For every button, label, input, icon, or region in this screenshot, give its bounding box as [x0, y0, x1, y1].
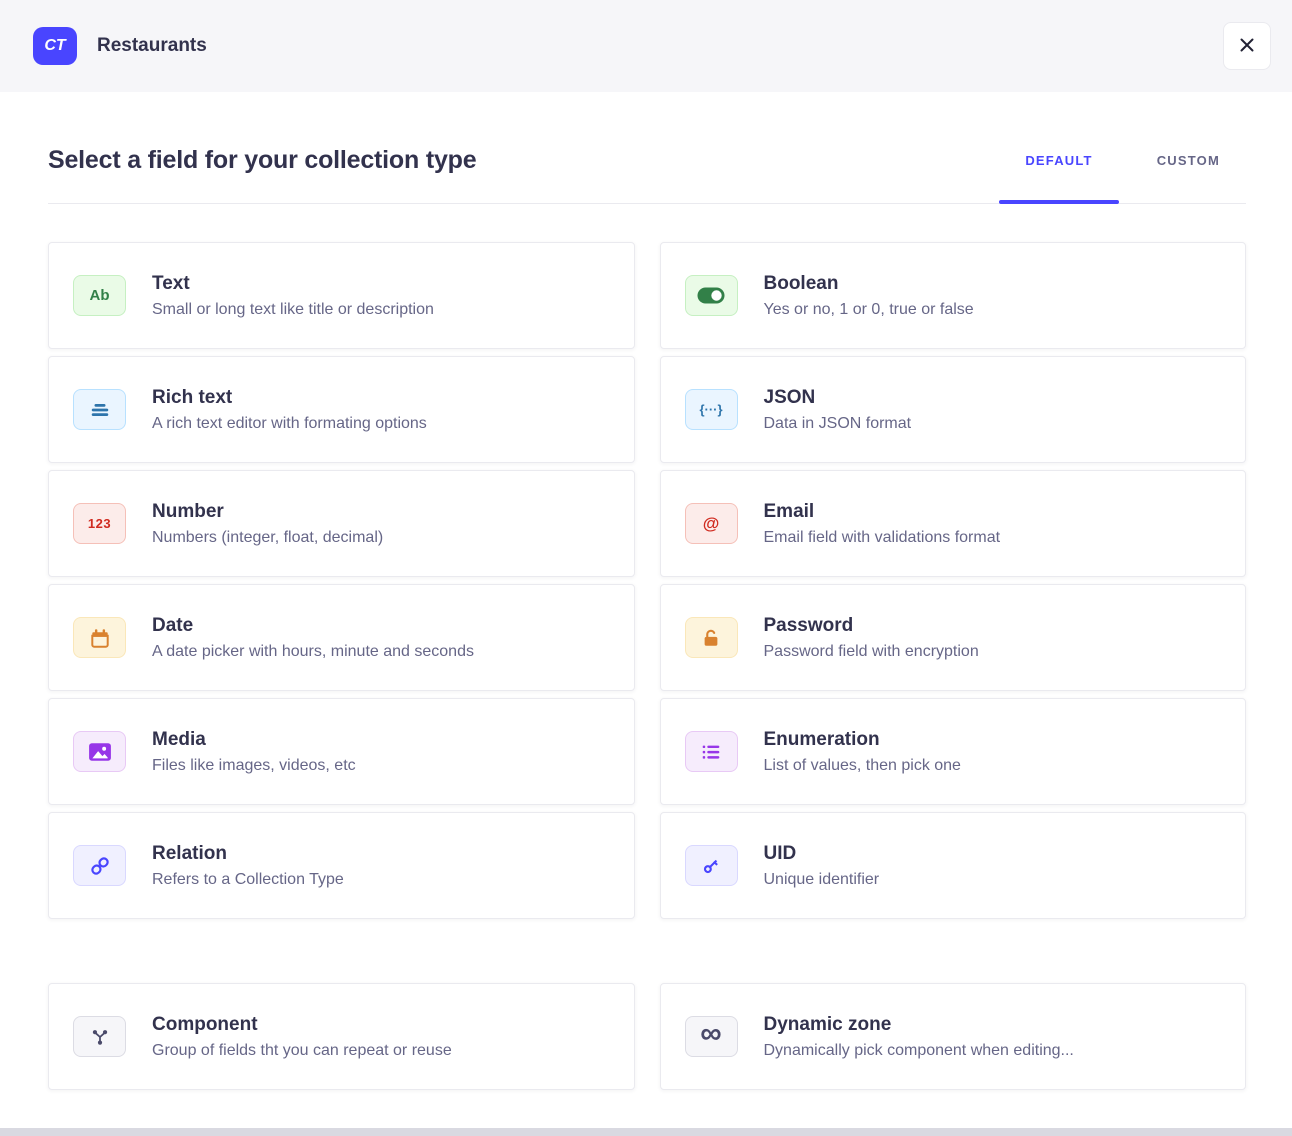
- tab-custom[interactable]: CUSTOM: [1131, 152, 1246, 169]
- page-title: Select a field for your collection type: [48, 146, 476, 175]
- field-title: UID: [764, 843, 880, 865]
- field-card-json[interactable]: {···} JSON Data in JSON format: [660, 356, 1247, 463]
- field-card-dynamic-zone[interactable]: ∞ Dynamic zone Dynamically pick componen…: [660, 983, 1247, 1090]
- close-button[interactable]: [1223, 22, 1271, 70]
- field-grid: Ab Text Small or long text like title or…: [48, 242, 1246, 919]
- field-description: Data in JSON format: [764, 415, 912, 433]
- picture-icon: [73, 731, 126, 772]
- field-description: Password field with encryption: [764, 643, 979, 661]
- branch-icon: [73, 1016, 126, 1057]
- chain-link-icon: [73, 845, 126, 886]
- advanced-field-grid: Component Group of fields tht you can re…: [48, 983, 1246, 1090]
- close-icon: [1239, 37, 1255, 56]
- field-description: List of values, then pick one: [764, 757, 961, 775]
- field-description: Yes or no, 1 or 0, true or false: [764, 301, 974, 319]
- field-description: Dynamically pick component when editing.…: [764, 1042, 1074, 1060]
- field-card-media[interactable]: Media Files like images, videos, etc: [48, 698, 635, 805]
- field-description: Email field with validations format: [764, 529, 1001, 547]
- field-card-rich-text[interactable]: Rich text A rich text editor with format…: [48, 356, 635, 463]
- heading-row: Select a field for your collection type …: [48, 146, 1246, 204]
- field-description: A rich text editor with formating option…: [152, 415, 427, 433]
- number-123-icon: 123: [73, 503, 126, 544]
- rich-text-lines-icon: [73, 389, 126, 430]
- field-title: Password: [764, 615, 979, 637]
- field-title: Media: [152, 729, 356, 751]
- field-title: Text: [152, 273, 434, 295]
- field-title: Component: [152, 1014, 452, 1036]
- key-icon: [685, 845, 738, 886]
- tab-default[interactable]: DEFAULT: [999, 152, 1118, 169]
- field-title: Number: [152, 501, 383, 523]
- field-card-enumeration[interactable]: Enumeration List of values, then pick on…: [660, 698, 1247, 805]
- field-title: Rich text: [152, 387, 427, 409]
- field-title: Dynamic zone: [764, 1014, 1074, 1036]
- field-title: JSON: [764, 387, 912, 409]
- background-page-edge: [0, 1128, 1292, 1136]
- field-description: Files like images, videos, etc: [152, 757, 356, 775]
- field-description: A date picker with hours, minute and sec…: [152, 643, 474, 661]
- field-description: Unique identifier: [764, 871, 880, 889]
- lock-icon: [685, 617, 738, 658]
- field-card-email[interactable]: @ Email Email field with validations for…: [660, 470, 1247, 577]
- field-card-relation[interactable]: Relation Refers to a Collection Type: [48, 812, 635, 919]
- tab-bar: DEFAULT CUSTOM: [999, 152, 1246, 169]
- json-braces-icon: {···}: [685, 389, 738, 430]
- field-card-date[interactable]: Date A date picker with hours, minute an…: [48, 584, 635, 691]
- field-title: Enumeration: [764, 729, 961, 751]
- field-description: Group of fields tht you can repeat or re…: [152, 1042, 452, 1060]
- field-title: Boolean: [764, 273, 974, 295]
- field-description: Refers to a Collection Type: [152, 871, 344, 889]
- infinity-icon: ∞: [685, 1016, 738, 1057]
- modal-title: Restaurants: [97, 35, 1223, 57]
- toggle-icon: [685, 275, 738, 316]
- calendar-icon: [73, 617, 126, 658]
- modal-header: CT Restaurants: [0, 0, 1292, 92]
- field-card-number[interactable]: 123 Number Numbers (integer, float, deci…: [48, 470, 635, 577]
- field-card-password[interactable]: Password Password field with encryption: [660, 584, 1247, 691]
- field-description: Small or long text like title or descrip…: [152, 301, 434, 319]
- field-description: Numbers (integer, float, decimal): [152, 529, 383, 547]
- field-card-text[interactable]: Ab Text Small or long text like title or…: [48, 242, 635, 349]
- collection-type-badge: CT: [33, 27, 77, 65]
- bullet-list-icon: [685, 731, 738, 772]
- field-title: Date: [152, 615, 474, 637]
- field-title: Relation: [152, 843, 344, 865]
- email-at-icon: @: [685, 503, 738, 544]
- field-card-uid[interactable]: UID Unique identifier: [660, 812, 1247, 919]
- collection-type-badge-label: CT: [44, 37, 65, 55]
- field-card-component[interactable]: Component Group of fields tht you can re…: [48, 983, 635, 1090]
- text-icon: Ab: [73, 275, 126, 316]
- modal-body: Select a field for your collection type …: [0, 146, 1292, 1090]
- field-card-boolean[interactable]: Boolean Yes or no, 1 or 0, true or false: [660, 242, 1247, 349]
- field-title: Email: [764, 501, 1001, 523]
